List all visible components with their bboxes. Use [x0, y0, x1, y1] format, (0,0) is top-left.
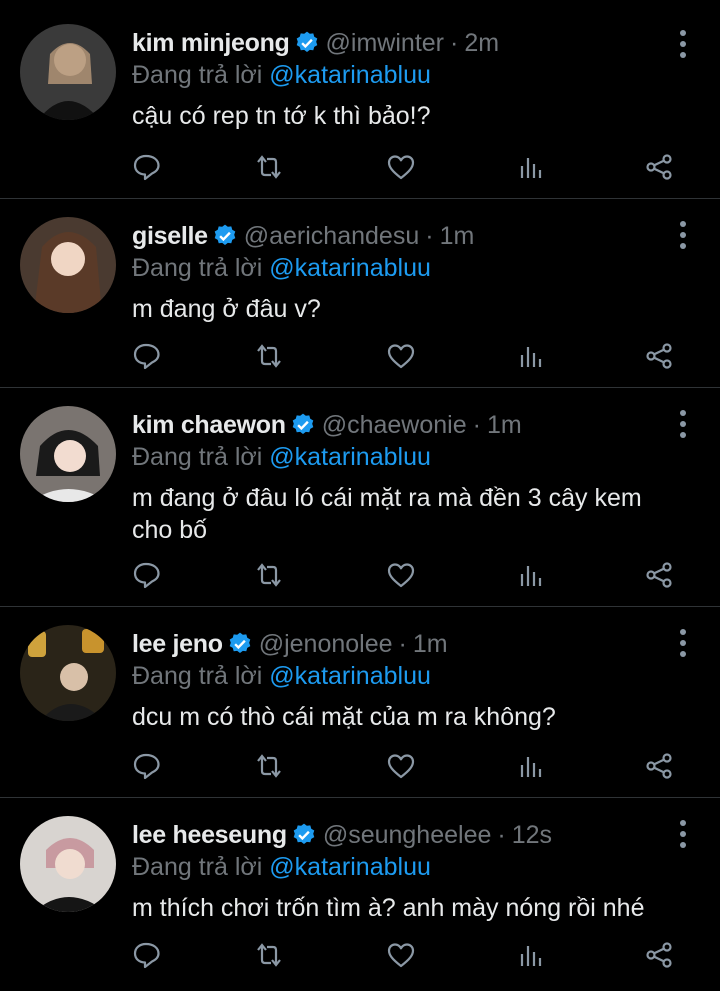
verified-badge-icon: [214, 224, 236, 245]
comment-icon[interactable]: [132, 152, 166, 186]
timestamp[interactable]: 2m: [464, 26, 499, 60]
reply-mention[interactable]: @katarinabluu: [269, 853, 431, 881]
author-handle[interactable]: @seungheelee: [323, 818, 492, 852]
reply-prefix: Đang trả lời: [132, 853, 263, 881]
separator-dot: ·: [497, 821, 506, 849]
comment-icon[interactable]: [132, 560, 166, 594]
timestamp[interactable]: 12s: [512, 818, 552, 852]
comment-icon[interactable]: [132, 940, 166, 974]
avatar[interactable]: [20, 24, 116, 120]
action-bar: [132, 940, 680, 974]
share-icon[interactable]: [644, 152, 678, 186]
share-icon[interactable]: [644, 341, 678, 375]
retweet-icon[interactable]: [254, 152, 288, 186]
author-name[interactable]: kim chaewon: [132, 408, 286, 442]
avatar[interactable]: [20, 217, 116, 313]
share-icon[interactable]: [644, 560, 678, 594]
reply-feed: kim minjeong @imwinter · 2m Đang trả lời…: [0, 0, 720, 991]
tweet[interactable]: lee jeno @jenonolee · 1m Đang trả lời @k…: [0, 607, 720, 798]
reply-mention[interactable]: @katarinabluu: [269, 254, 431, 282]
reply-context: Đang trả lời @katarinabluu: [132, 442, 660, 472]
more-options-icon[interactable]: [676, 820, 690, 848]
tweet[interactable]: lee heeseung @seungheelee · 12s Đang trả…: [0, 798, 720, 991]
author-handle[interactable]: @aerichandesu: [244, 219, 420, 253]
retweet-icon[interactable]: [254, 751, 288, 785]
action-bar: [132, 152, 680, 186]
verified-badge-icon: [296, 31, 317, 52]
comment-icon[interactable]: [132, 341, 166, 375]
tweet[interactable]: giselle @aerichandesu · 1m Đang trả lời …: [0, 199, 720, 388]
timestamp[interactable]: 1m: [440, 219, 475, 253]
action-bar: [132, 560, 680, 594]
tweet-text: dcu m có thò cái mặt của m ra không?: [132, 703, 556, 731]
analytics-icon[interactable]: [516, 940, 550, 974]
action-bar: [132, 751, 680, 785]
analytics-icon[interactable]: [516, 152, 550, 186]
retweet-icon[interactable]: [254, 940, 288, 974]
retweet-icon[interactable]: [254, 341, 288, 375]
like-icon[interactable]: [386, 152, 420, 186]
reply-context: Đang trả lời @katarinabluu: [132, 253, 660, 283]
retweet-icon[interactable]: [254, 560, 288, 594]
comment-icon[interactable]: [132, 751, 166, 785]
reply-context: Đang trả lời @katarinabluu: [132, 852, 660, 882]
reply-context: Đang trả lời @katarinabluu: [132, 661, 660, 691]
reply-prefix: Đang trả lời: [132, 254, 263, 282]
like-icon[interactable]: [386, 751, 420, 785]
more-options-icon[interactable]: [676, 629, 690, 657]
verified-badge-icon: [293, 823, 315, 844]
author-name[interactable]: giselle: [132, 219, 208, 253]
avatar[interactable]: [20, 816, 116, 912]
reply-prefix: Đang trả lời: [132, 662, 263, 690]
tweet[interactable]: kim minjeong @imwinter · 2m Đang trả lời…: [0, 0, 720, 199]
reply-context: Đang trả lời @katarinabluu: [132, 60, 660, 90]
like-icon[interactable]: [386, 560, 420, 594]
separator-dot: ·: [450, 29, 459, 57]
share-icon[interactable]: [644, 940, 678, 974]
verified-badge-icon: [292, 413, 313, 434]
author-name[interactable]: kim minjeong: [132, 26, 290, 60]
author-handle[interactable]: @chaewonie: [322, 408, 467, 442]
avatar[interactable]: [20, 406, 116, 502]
more-options-icon[interactable]: [676, 221, 690, 249]
author-handle[interactable]: @imwinter: [326, 26, 444, 60]
analytics-icon[interactable]: [516, 341, 550, 375]
action-bar: [132, 341, 680, 375]
like-icon[interactable]: [386, 940, 420, 974]
separator-dot: ·: [398, 630, 407, 658]
more-options-icon[interactable]: [676, 410, 690, 438]
reply-prefix: Đang trả lời: [132, 443, 263, 471]
avatar[interactable]: [20, 625, 116, 721]
tweet[interactable]: kim chaewon @chaewonie · 1m Đang trả lời…: [0, 388, 720, 607]
verified-badge-icon: [229, 632, 250, 653]
reply-mention[interactable]: @katarinabluu: [269, 662, 431, 690]
like-icon[interactable]: [386, 341, 420, 375]
author-name[interactable]: lee heeseung: [132, 818, 287, 852]
separator-dot: ·: [425, 222, 434, 250]
analytics-icon[interactable]: [516, 751, 550, 785]
timestamp[interactable]: 1m: [487, 408, 522, 442]
analytics-icon[interactable]: [516, 560, 550, 594]
tweet-text: m thích chơi trốn tìm à? anh mày nóng rồ…: [132, 894, 645, 922]
reply-prefix: Đang trả lời: [132, 61, 263, 89]
share-icon[interactable]: [644, 751, 678, 785]
timestamp[interactable]: 1m: [413, 627, 448, 661]
tweet-text: cậu có rep tn tớ k thì bảo!?: [132, 102, 431, 130]
separator-dot: ·: [472, 411, 481, 439]
more-options-icon[interactable]: [676, 30, 690, 58]
tweet-text: m đang ở đâu v?: [132, 295, 321, 323]
tweet-text: m đang ở đâu ló cái mặt ra mà đền 3 cây …: [132, 484, 642, 544]
author-name[interactable]: lee jeno: [132, 627, 223, 661]
reply-mention[interactable]: @katarinabluu: [269, 443, 431, 471]
reply-mention[interactable]: @katarinabluu: [269, 61, 431, 89]
author-handle[interactable]: @jenonolee: [259, 627, 393, 661]
